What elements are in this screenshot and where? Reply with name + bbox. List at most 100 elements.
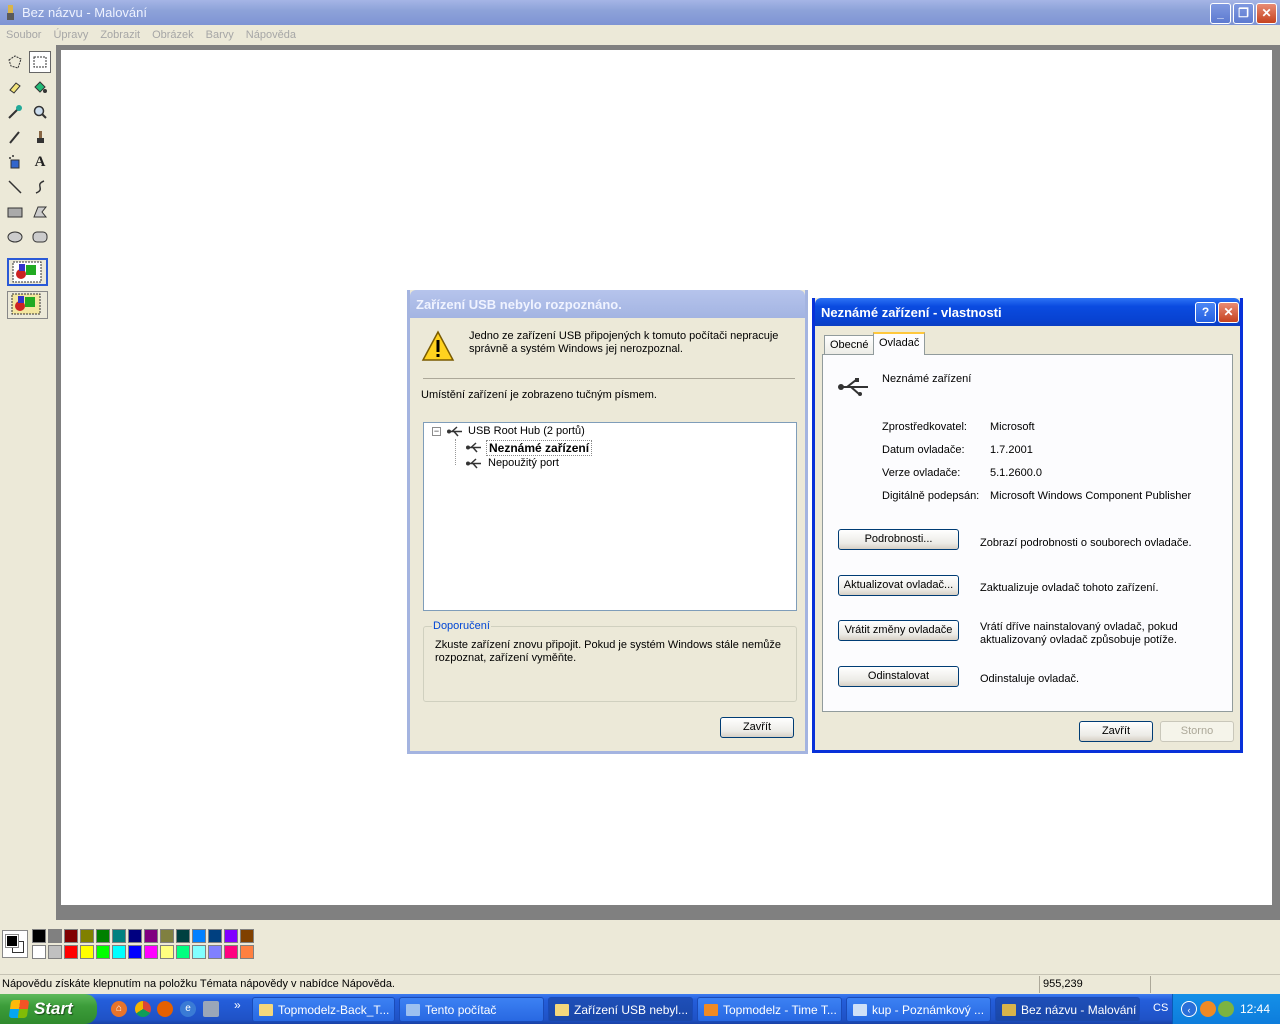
magnifier-icon[interactable]	[29, 101, 51, 123]
menu-obrazek[interactable]: Obrázek	[152, 29, 194, 41]
color-swatch[interactable]	[176, 929, 190, 943]
chrome-icon[interactable]	[135, 1001, 151, 1017]
color-swatch[interactable]	[112, 929, 126, 943]
windows-logo-icon	[8, 1000, 30, 1018]
color-swatch[interactable]	[192, 945, 206, 959]
ellipse-icon[interactable]	[4, 226, 26, 248]
color-swatch[interactable]	[208, 929, 222, 943]
color-swatch[interactable]	[208, 945, 222, 959]
status-divider	[1150, 976, 1151, 993]
task-button[interactable]: Zařízení USB nebyl...	[548, 997, 693, 1022]
color-swatch[interactable]	[224, 945, 238, 959]
color-swatch[interactable]	[48, 929, 62, 943]
tree-root-label[interactable]: USB Root Hub (2 portů)	[468, 425, 585, 437]
update-driver-button[interactable]: Aktualizovat ovladač...	[838, 575, 959, 596]
tree-line	[455, 439, 456, 465]
color-swatch[interactable]	[64, 945, 78, 959]
color-swatch[interactable]	[144, 929, 158, 943]
color-swatch[interactable]	[176, 945, 190, 959]
task-button[interactable]: Tento počítač	[399, 997, 544, 1022]
rollback-driver-button[interactable]: Vrátit změny ovladače	[838, 620, 959, 641]
usb-close-button[interactable]: Zavřít	[720, 717, 794, 738]
cancel-button[interactable]: Storno	[1160, 721, 1234, 742]
minimize-button[interactable]: _	[1210, 3, 1231, 24]
notepad-icon	[853, 1003, 867, 1016]
free-select-icon[interactable]	[4, 51, 26, 73]
tab-obecne[interactable]: Obecné	[824, 335, 875, 355]
color-swatch[interactable]	[48, 945, 62, 959]
color-swatch[interactable]	[64, 929, 78, 943]
menu-soubor[interactable]: Soubor	[6, 29, 41, 41]
task-button[interactable]: Topmodelz-Back_T...	[252, 997, 395, 1022]
transparent-option-icon[interactable]	[7, 291, 48, 319]
firefox-icon[interactable]	[157, 1001, 173, 1017]
tree-child-unknown-device[interactable]: Neznámé zařízení	[486, 440, 593, 456]
menu-zobrazit[interactable]: Zobrazit	[100, 29, 140, 41]
rectangle-icon[interactable]	[4, 201, 26, 223]
details-button[interactable]: Podrobnosti...	[838, 529, 959, 550]
task-button[interactable]: Topmodelz - Time T...	[697, 997, 842, 1022]
task-button[interactable]: Bez názvu - Malování	[995, 997, 1140, 1022]
color-swatch[interactable]	[32, 945, 46, 959]
opaque-option-icon[interactable]	[7, 258, 48, 286]
task-button[interactable]: kup - Poznámkový ...	[846, 997, 991, 1022]
props-close-x-button[interactable]: ✕	[1218, 302, 1239, 323]
tree-child-unused-port[interactable]: Nepoužitý port	[488, 457, 559, 469]
text-tool-icon[interactable]: A	[29, 151, 51, 173]
color-swatch[interactable]	[240, 929, 254, 943]
ie-icon[interactable]: e	[180, 1001, 196, 1017]
status-text: Nápovědu získáte klepnutím na položku Té…	[2, 978, 395, 990]
tray-app-icon[interactable]	[1200, 1001, 1216, 1017]
eraser-icon[interactable]	[4, 76, 26, 98]
rounded-rect-icon[interactable]	[29, 226, 51, 248]
color-swatch[interactable]	[112, 945, 126, 959]
curve-icon[interactable]	[29, 176, 51, 198]
props-close-button[interactable]: Zavřít	[1079, 721, 1153, 742]
tree-collapse-toggle[interactable]: −	[432, 427, 441, 436]
menu-napoveda[interactable]: Nápověda	[246, 29, 296, 41]
fill-bucket-icon[interactable]	[29, 76, 51, 98]
paint-window-title: Bez názvu - Malování	[22, 5, 148, 20]
uninstall-button[interactable]: Odinstalovat	[838, 666, 959, 687]
menu-barvy[interactable]: Barvy	[206, 29, 234, 41]
brush-icon[interactable]	[29, 126, 51, 148]
field-label: Zprostředkovatel:	[882, 421, 967, 433]
color-swatch[interactable]	[80, 945, 94, 959]
airbrush-icon[interactable]	[4, 151, 26, 173]
color-swatch[interactable]	[192, 929, 206, 943]
color-swatch[interactable]	[80, 929, 94, 943]
color-swatch[interactable]	[160, 945, 174, 959]
color-swatch[interactable]	[144, 945, 158, 959]
tray-arrow-icon[interactable]: ‹	[1181, 1001, 1197, 1017]
color-picker-icon[interactable]	[4, 101, 26, 123]
color-swatch[interactable]	[96, 945, 110, 959]
computer-icon	[406, 1003, 420, 1016]
system-tray: ‹ 12:44	[1172, 994, 1280, 1024]
menu-upravy[interactable]: Úpravy	[53, 29, 88, 41]
location-text: Umístění zařízení je zobrazeno tučným pí…	[421, 389, 657, 401]
home-icon[interactable]: ⌂	[111, 1001, 127, 1017]
device-tree[interactable]: − USB Root Hub (2 portů) Neznámé zařízen…	[423, 422, 797, 611]
line-icon[interactable]	[4, 176, 26, 198]
restore-button[interactable]: ❐	[1233, 3, 1254, 24]
color-swatch[interactable]	[32, 929, 46, 943]
rect-select-icon[interactable]	[29, 51, 51, 73]
start-button[interactable]: Start	[0, 994, 97, 1024]
pencil-icon[interactable]	[4, 126, 26, 148]
tab-ovladac[interactable]: Ovladač	[873, 332, 926, 355]
color-swatch[interactable]	[160, 929, 174, 943]
props-dialog-title-bar: Neznámé zařízení - vlastnosti ? ✕	[815, 298, 1240, 326]
color-swatch[interactable]	[96, 929, 110, 943]
color-swatch[interactable]	[128, 945, 142, 959]
tray-app-icon[interactable]	[1218, 1001, 1234, 1017]
notepad-icon[interactable]	[203, 1001, 219, 1017]
color-swatch[interactable]	[128, 929, 142, 943]
help-button[interactable]: ?	[1195, 302, 1216, 323]
quicklaunch-chevron[interactable]: »	[234, 998, 241, 1012]
task-label: kup - Poznámkový ...	[872, 1002, 985, 1017]
polygon-icon[interactable]	[29, 201, 51, 223]
color-swatch[interactable]	[224, 929, 238, 943]
close-button[interactable]: ✕	[1256, 3, 1277, 24]
language-indicator[interactable]: CS	[1153, 1002, 1168, 1014]
color-swatch[interactable]	[240, 945, 254, 959]
